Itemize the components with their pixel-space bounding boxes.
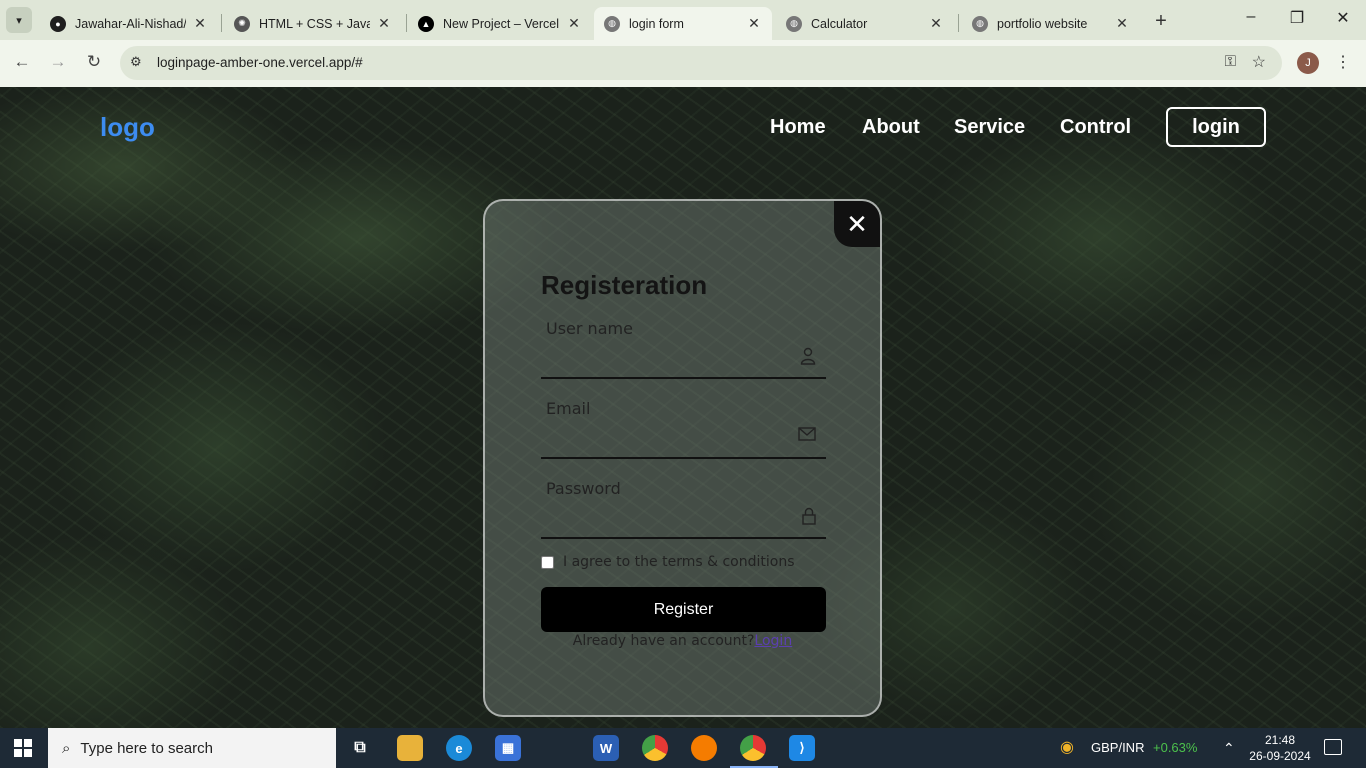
bookmark-star-icon[interactable]: ☆ — [1252, 52, 1266, 72]
browser-menu-button[interactable]: ⋮ — [1334, 52, 1352, 72]
ticker-change[interactable]: +0.63% — [1153, 740, 1197, 755]
tab-html-css[interactable]: ✺ HTML + CSS + Javasc ✕ — [224, 7, 402, 40]
notification-icon[interactable] — [1324, 739, 1342, 755]
new-tab-button[interactable]: + — [1150, 10, 1172, 33]
register-button[interactable]: Register — [541, 587, 826, 632]
username-field[interactable]: User name — [541, 319, 826, 379]
lock-icon — [802, 507, 816, 529]
email-field[interactable]: Email — [541, 399, 826, 459]
chevron-down-icon: ▾ — [16, 14, 22, 27]
close-icon[interactable]: ✕ — [746, 15, 762, 32]
close-icon[interactable]: ✕ — [928, 15, 944, 32]
password-label: Password — [546, 479, 621, 498]
tab-github[interactable]: ● Jawahar-Ali-Nishad/lo ✕ — [40, 7, 218, 40]
clock-time: 21:48 — [1264, 733, 1296, 747]
page-background: logo Home About Service Control login ✕ … — [0, 87, 1366, 728]
tab-separator — [406, 14, 407, 32]
nav-home[interactable]: Home — [770, 116, 826, 139]
site-logo[interactable]: logo — [100, 112, 155, 143]
search-icon: ⌕ — [62, 739, 71, 757]
login-button[interactable]: login — [1166, 107, 1266, 147]
task-view-icon[interactable]: ⧉ — [347, 735, 373, 761]
file-explorer-icon[interactable] — [397, 735, 423, 761]
profile-avatar[interactable]: J — [1297, 52, 1319, 74]
tab-separator — [221, 14, 222, 32]
ticker-symbol[interactable]: GBP/INR — [1091, 740, 1144, 755]
forward-button[interactable]: → — [46, 52, 70, 74]
close-icon[interactable]: ✕ — [1114, 15, 1130, 32]
close-window-button[interactable]: ✕ — [1331, 8, 1355, 28]
plus-icon: + — [1155, 10, 1167, 32]
key-icon[interactable]: ⚿ — [1225, 53, 1236, 70]
username-label: User name — [546, 319, 633, 338]
tab-portfolio[interactable]: ◍ portfolio website ✕ — [962, 7, 1140, 40]
tab-login-form[interactable]: ◍ login form ✕ — [594, 7, 772, 40]
globe-icon: ◍ — [604, 15, 620, 32]
coins-icon: ◉ — [1060, 739, 1074, 756]
globe-icon: ◍ — [972, 15, 988, 32]
terms-checkbox[interactable] — [541, 555, 554, 569]
arrow-right-icon: → — [49, 52, 67, 71]
tab-vercel[interactable]: ▲ New Project – Vercel ✕ — [408, 7, 592, 40]
minimize-icon: – — [1246, 8, 1256, 25]
reload-button[interactable]: ↻ — [82, 52, 106, 74]
mail-icon — [798, 427, 816, 445]
chrome-icon[interactable] — [642, 735, 668, 761]
tab-separator — [958, 14, 959, 32]
firefox-icon[interactable] — [691, 735, 717, 761]
minimize-button[interactable]: – — [1239, 8, 1263, 26]
login-link[interactable]: Login — [754, 633, 792, 649]
vercel-icon: ▲ — [418, 15, 434, 32]
tab-strip: ▾ ● Jawahar-Ali-Nishad/lo ✕ ✺ HTML + CSS… — [0, 0, 1366, 40]
tab-search-button[interactable]: ▾ — [6, 7, 32, 33]
address-bar[interactable]: ⚙ loginpage-amber-one.vercel.app/# ⚿ ☆ — [120, 46, 1282, 80]
search-placeholder: Type here to search — [80, 739, 213, 757]
restore-button[interactable]: ❐ — [1285, 8, 1309, 28]
nav-about[interactable]: About — [862, 116, 920, 139]
word-icon[interactable]: W — [593, 735, 619, 761]
chrome-active-icon[interactable] — [740, 735, 766, 761]
password-field[interactable]: Password — [541, 479, 826, 539]
form-title: Registeration — [541, 270, 708, 300]
url-text[interactable]: loginpage-amber-one.vercel.app/# — [157, 55, 363, 70]
person-icon — [800, 347, 816, 369]
taskbar-search[interactable]: ⌕ Type here to search — [48, 728, 336, 768]
nav-service[interactable]: Service — [954, 116, 1025, 139]
nav-control[interactable]: Control — [1060, 116, 1131, 139]
openai-icon: ✺ — [234, 15, 250, 32]
close-icon: ✕ — [846, 208, 868, 239]
restore-icon: ❐ — [1289, 10, 1305, 27]
reload-icon: ↻ — [86, 52, 102, 71]
clock-date: 26-09-2024 — [1249, 749, 1311, 763]
taskbar: ⌕ Type here to search ⧉ e ▦ W ⟩ ◉ GBP/IN… — [0, 728, 1366, 768]
kebab-icon: ⋮ — [1335, 54, 1351, 71]
close-icon[interactable]: ✕ — [376, 15, 392, 32]
start-button[interactable] — [14, 739, 32, 757]
email-label: Email — [546, 399, 591, 418]
registration-card: ✕ Registeration User name Email Password… — [483, 199, 882, 717]
close-icon: ✕ — [1336, 10, 1350, 27]
terms-label: I agree to the terms & conditions — [563, 554, 795, 570]
store-icon[interactable]: ▦ — [495, 735, 521, 761]
site-info-icon[interactable]: ⚙ — [130, 54, 142, 70]
chevron-up-icon[interactable]: ⌃ — [1223, 740, 1235, 757]
vscode-icon[interactable]: ⟩ — [789, 735, 815, 761]
globe-icon: ◍ — [786, 15, 802, 32]
back-button[interactable]: ← — [10, 52, 34, 74]
close-form-button[interactable]: ✕ — [834, 201, 880, 247]
already-account-text: Already have an account? — [572, 633, 755, 649]
tab-calculator[interactable]: ◍ Calculator ✕ — [776, 7, 954, 40]
clock[interactable]: 21:48 26-09-2024 — [1248, 732, 1312, 764]
github-icon: ● — [50, 15, 66, 32]
close-icon[interactable]: ✕ — [192, 15, 208, 32]
terms-checkbox-row[interactable]: I agree to the terms & conditions — [541, 554, 795, 570]
login-prompt: Already have an account?Login — [485, 633, 880, 649]
edge-icon[interactable]: e — [446, 735, 472, 761]
close-icon[interactable]: ✕ — [566, 15, 582, 32]
arrow-left-icon: ← — [13, 52, 31, 71]
